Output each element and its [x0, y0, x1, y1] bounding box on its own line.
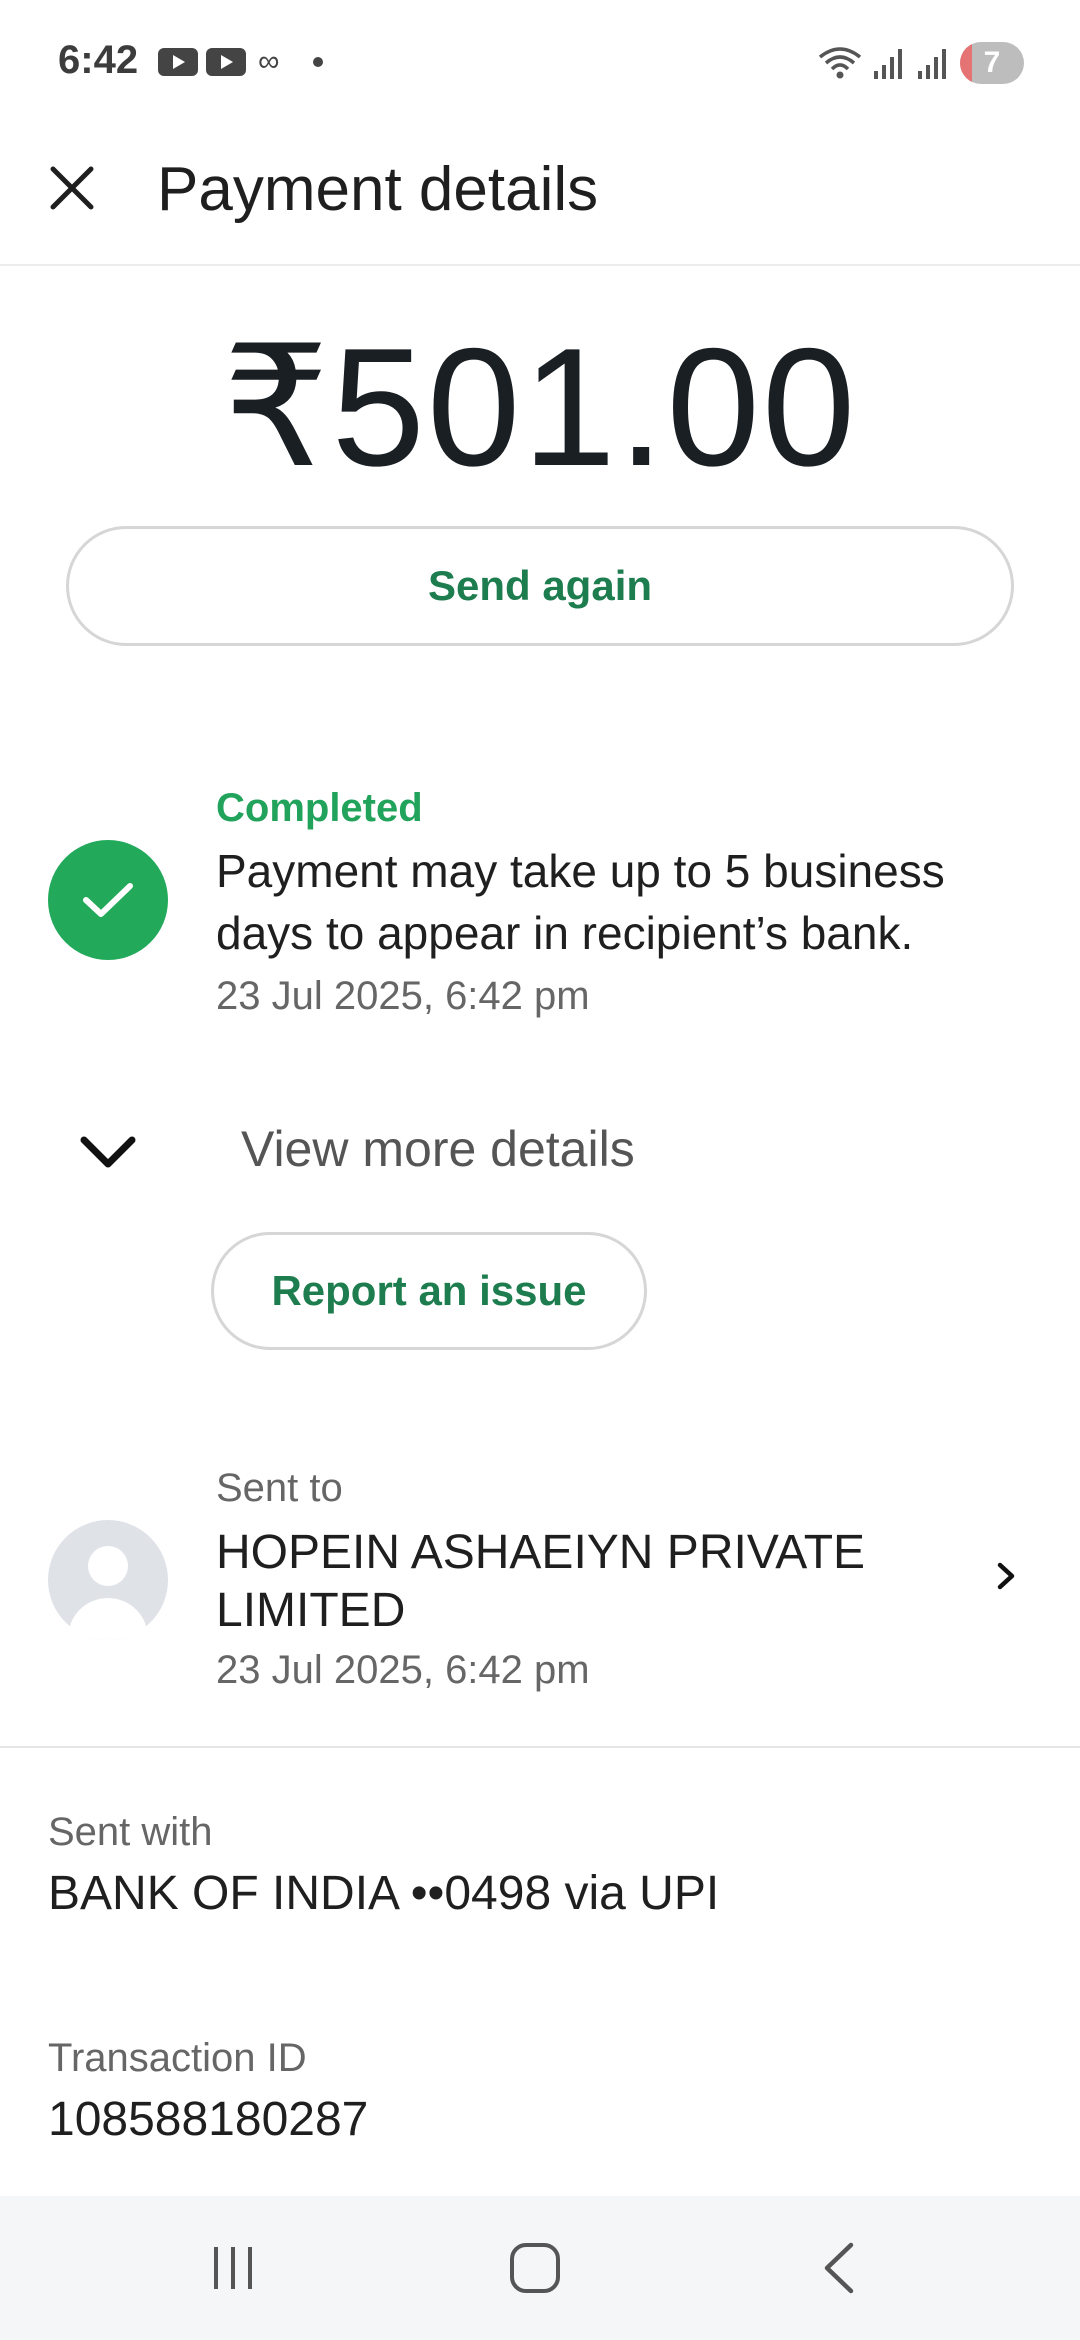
page-title: Payment details — [157, 155, 599, 224]
battery-indicator: 7 — [960, 42, 1024, 84]
youtube-icon — [158, 48, 198, 76]
transaction-id-label: Transaction ID — [48, 2036, 307, 2080]
transaction-id-value: 108588180287 — [48, 2093, 369, 2146]
chevron-right-icon — [988, 1558, 1024, 1594]
close-button[interactable] — [44, 160, 100, 216]
payment-amount: ₹501.00 — [222, 313, 858, 501]
avatar-head — [88, 1546, 128, 1586]
glasses-icon: ∞ — [258, 45, 280, 78]
recent-apps-icon — [214, 2247, 252, 2289]
signal-icon — [874, 49, 902, 79]
youtube-icon — [206, 48, 246, 76]
sent-to-label: Sent to — [216, 1466, 343, 1510]
home-button[interactable] — [490, 2232, 580, 2304]
view-more-label: View more details — [241, 1121, 635, 1177]
sent-with-label: Sent with — [48, 1810, 213, 1854]
status-time: 6:42 — [58, 38, 139, 82]
battery-level: 7 — [983, 46, 1001, 79]
status-timestamp: 23 Jul 2025, 6:42 pm — [216, 974, 590, 1018]
recipient-row[interactable]: Sent to HOPEIN ASHAEIYN PRIVATE LIMITED … — [0, 1450, 1080, 1700]
app-header: Payment details — [0, 130, 1080, 266]
avatar — [48, 1520, 168, 1640]
completed-status-badge — [48, 840, 168, 960]
chevron-down-icon — [76, 1120, 140, 1184]
signal-icon — [918, 49, 946, 79]
divider — [0, 1746, 1080, 1748]
sent-with-value: BANK OF INDIA ••0498 via UPI — [48, 1867, 720, 1920]
report-issue-button[interactable]: Report an issue — [211, 1232, 647, 1350]
back-button[interactable] — [794, 2232, 884, 2304]
recipient-name: HOPEIN ASHAEIYN PRIVATE LIMITED — [216, 1526, 866, 1637]
back-icon — [824, 2242, 854, 2294]
system-icons: 7 — [818, 42, 1024, 84]
send-again-button[interactable]: Send again — [66, 526, 1014, 646]
status-bar: 6:42 ∞ 7 — [0, 0, 1080, 130]
notification-icons: ∞ — [158, 45, 324, 78]
view-more-details-toggle[interactable]: View more details — [48, 1100, 748, 1200]
wifi-icon — [818, 47, 862, 79]
close-icon — [50, 166, 94, 210]
recent-apps-button[interactable] — [188, 2232, 278, 2304]
sent-to-timestamp: 23 Jul 2025, 6:42 pm — [216, 1648, 590, 1692]
avatar-body — [68, 1598, 148, 1640]
status-message: Payment may take up to 5 business days t… — [216, 845, 945, 959]
dot-icon — [313, 57, 324, 67]
status-label: Completed — [216, 786, 423, 830]
home-icon — [510, 2243, 560, 2293]
check-icon — [83, 883, 133, 917]
system-nav-bar — [0, 2196, 1080, 2340]
